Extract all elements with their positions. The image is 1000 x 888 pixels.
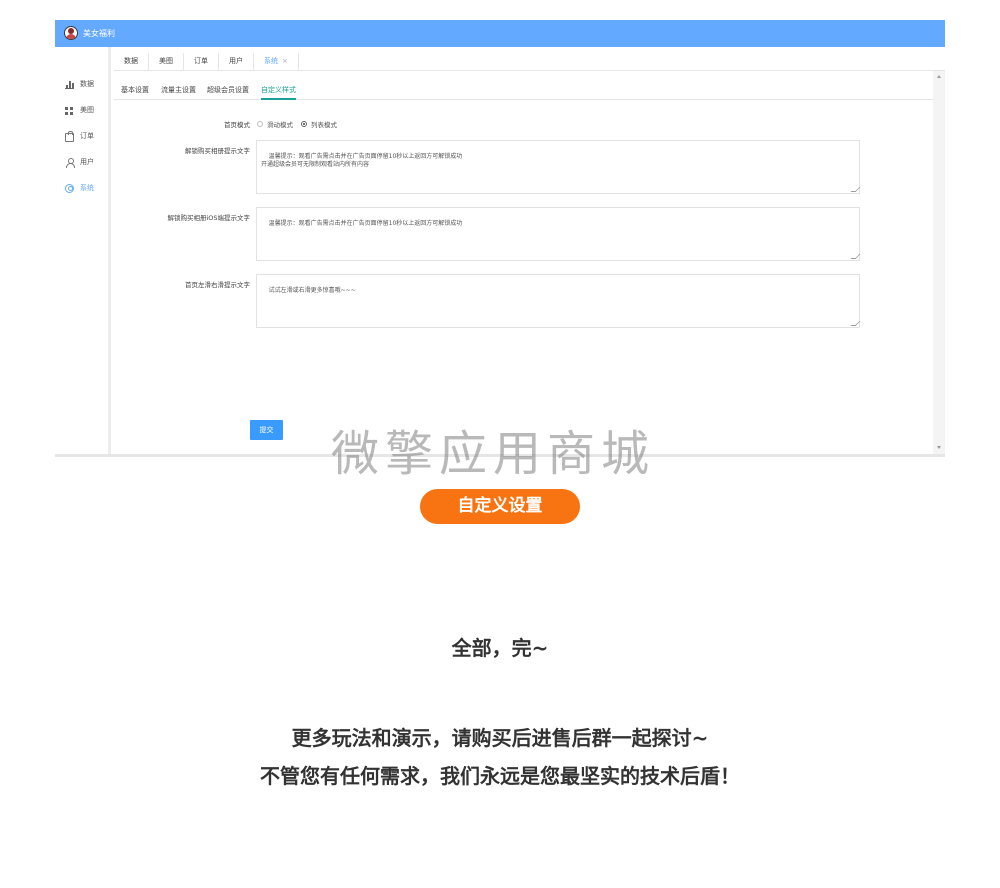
scroll-up-icon[interactable] (937, 75, 941, 78)
radio-list[interactable] (301, 121, 307, 127)
subtab-vip[interactable]: 超级会员设置 (207, 84, 249, 100)
custom-settings-badge: 自定义设置 (420, 489, 580, 524)
scroll-down-icon[interactable] (937, 446, 941, 449)
radio-slide-label[interactable]: 滑动模式 (267, 119, 293, 129)
sidebar-item-system[interactable]: 系统 (65, 181, 94, 195)
settings-subtabs: 基本设置 流量主设置 超级会员设置 自定义样式 (114, 84, 936, 100)
logo-avatar-icon[interactable] (64, 26, 78, 40)
tab-users[interactable]: 用户 (219, 53, 254, 71)
unlock-ios-textarea[interactable]: 温馨提示：观看广告需点击并在广告页面停留10秒以上返回方可解锁成功 (256, 207, 861, 261)
unlock-album-textarea[interactable]: 温馨提示：观看广告需点击并在广告页面停留10秒以上返回方可解锁成功 开通超级会员… (256, 140, 861, 194)
app-title: 美女福利 (83, 29, 115, 38)
user-icon (65, 157, 75, 168)
home-mode-label: 首页模式 (224, 121, 250, 129)
subtab-traffic[interactable]: 流量主设置 (161, 84, 196, 100)
subtab-basic[interactable]: 基本设置 (121, 84, 149, 100)
top-bar: 美女福利 (55, 20, 945, 47)
resize-grip-icon[interactable] (850, 321, 861, 326)
tab-system[interactable]: 系统 × (254, 53, 299, 71)
tab-images[interactable]: 美图 (149, 53, 184, 71)
tab-data[interactable]: 数据 (114, 53, 149, 71)
sidebar-item-images[interactable]: 美图 (65, 103, 94, 117)
sidebar-item-orders[interactable]: 订单 (65, 129, 94, 143)
promo-line-1: 更多玩法和演示，请购买后进售后群一起探讨~ (291, 726, 709, 750)
sidebar-item-label: 数据 (80, 80, 94, 88)
page-tabs: 数据 美图 订单 用户 系统 × (114, 53, 945, 71)
close-icon[interactable]: × (282, 57, 288, 65)
swipe-tip-label: 首页左滑右滑提示文字 (185, 281, 250, 289)
sidebar: 数据 美图 订单 用户 系统 (55, 47, 111, 454)
sidebar-item-label: 用户 (80, 158, 94, 166)
subtab-custom-style[interactable]: 自定义样式 (261, 84, 296, 100)
sidebar-item-users[interactable]: 用户 (65, 155, 94, 169)
grid-icon (65, 106, 74, 115)
home-mode-radios: 滑动模式 列表模式 (257, 119, 345, 129)
sidebar-item-data[interactable]: 数据 (65, 77, 94, 91)
sidebar-item-label: 系统 (80, 184, 94, 192)
radio-slide[interactable] (257, 121, 263, 127)
swipe-tip-textarea[interactable]: 试试左滑或右滑更多惊喜哦~~~ (256, 274, 861, 328)
radio-list-label[interactable]: 列表模式 (311, 119, 337, 129)
resize-grip-icon[interactable] (850, 187, 861, 192)
bag-icon (65, 130, 74, 142)
admin-window: 美女福利 数据 美图 订单 用户 系统 数据 美图 订单 用户 系统 × 基本设… (55, 20, 945, 457)
unlock-ios-label: 解锁购买相册iOS端提示文字 (167, 214, 250, 222)
scroll-thumb[interactable] (935, 85, 943, 445)
submit-button[interactable]: 提交 (250, 420, 283, 440)
done-text: 全部，完~ (451, 636, 549, 660)
watermark: 微擎应用商城 (331, 426, 656, 482)
sidebar-item-label: 订单 (80, 132, 94, 140)
promo-line-2: 不管您有任何需求，我们永远是您最坚实的技术后盾！ (260, 764, 740, 788)
resize-grip-icon[interactable] (850, 254, 861, 259)
tab-orders[interactable]: 订单 (184, 53, 219, 71)
sidebar-item-label: 美图 (80, 106, 94, 114)
gear-icon (65, 183, 74, 193)
bar-chart-icon (65, 80, 74, 89)
scrollbar[interactable] (933, 71, 945, 454)
unlock-album-label: 解锁购买相册提示文字 (185, 147, 250, 155)
